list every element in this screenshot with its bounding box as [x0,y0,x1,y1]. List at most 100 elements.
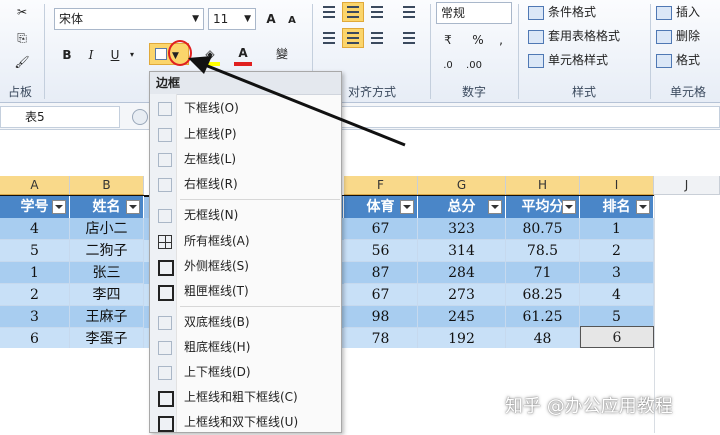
conditional-format-button[interactable]: 条件格式 [528,2,636,22]
header-total[interactable]: 总分 [418,196,506,218]
border-style-icon [158,260,174,276]
column-header-b[interactable]: B [70,176,144,195]
border-menu-item[interactable]: 上下框线(D) [150,360,341,385]
column-header-h[interactable]: H [506,176,580,195]
cell-name[interactable]: 李蛋子 [70,328,144,350]
increase-decimal-icon[interactable]: .0 [436,56,460,76]
font-name-combo[interactable]: 宋体 ▼ [54,8,204,30]
align-bottom-button[interactable] [366,2,388,22]
border-style-icon [158,416,174,432]
border-menu-item[interactable]: 外侧框线(S) [150,254,341,279]
align-middle-button[interactable] [342,2,364,22]
delete-label: 删除 [676,29,701,43]
cell-pe[interactable]: 87 [344,262,418,284]
column-header-j[interactable]: J [654,176,720,195]
cell-pe[interactable]: 78 [344,328,418,350]
cell-name[interactable]: 王麻子 [70,306,144,328]
scroll-knob-icon[interactable] [132,109,148,125]
header-pe[interactable]: 体育 [344,196,418,218]
column-header-f[interactable]: F [344,176,418,195]
border-menu-item[interactable]: 左框线(L) [150,147,341,172]
cell-name[interactable]: 二狗子 [70,240,144,262]
cell-avg[interactable]: 78.5 [506,240,580,262]
cell-id[interactable]: 6 [0,328,70,350]
table-format-button[interactable]: 套用表格格式 [528,26,640,46]
comma-button[interactable]: , [494,30,508,50]
bold-button[interactable]: B [58,45,76,65]
cut-icon[interactable]: ✂ [12,2,32,22]
align-top-button[interactable] [318,2,340,22]
cell-avg[interactable]: 71 [506,262,580,284]
copy-icon[interactable]: ⎘ [12,28,32,48]
cell-avg[interactable]: 68.25 [506,284,580,306]
active-cell[interactable]: 6 [580,326,654,348]
filter-dropdown-icon[interactable] [126,200,140,214]
clipboard-group-label: 占板 [7,85,32,99]
percent-button[interactable]: % [470,30,486,50]
border-style-icon [158,285,174,301]
cell-rank[interactable]: 5 [580,306,654,328]
cell-total[interactable]: 284 [418,262,506,284]
italic-button[interactable]: I [82,45,100,65]
cell-pe[interactable]: 67 [344,218,418,240]
header-name[interactable]: 姓名 [70,196,144,218]
cell-rank[interactable]: 2 [580,240,654,262]
filter-dropdown-icon[interactable] [636,200,650,214]
cell-id[interactable]: 1 [0,262,70,284]
cell-name[interactable]: 李四 [70,284,144,306]
border-menu-item[interactable]: 上框线和双下框线(U) [150,410,341,435]
cell-id[interactable]: 3 [0,306,70,328]
grow-font-button[interactable]: A [262,9,280,29]
header-student-id[interactable]: 学号 [0,196,70,218]
filter-dropdown-icon[interactable] [562,200,576,214]
border-menu-item[interactable]: 无框线(N) [150,203,341,228]
cell-rank[interactable]: 4 [580,284,654,306]
cell-id[interactable]: 5 [0,240,70,262]
filter-dropdown-icon[interactable] [488,200,502,214]
column-header-i[interactable]: I [580,176,654,195]
number-format-combo[interactable]: 常规 [436,2,512,24]
cell-name[interactable]: 店小二 [70,218,144,240]
underline-button[interactable]: U [106,45,124,65]
header-average[interactable]: 平均分 [506,196,580,218]
cell-total[interactable]: 323 [418,218,506,240]
format-painter-icon[interactable]: 🖌 [12,52,32,72]
cell-total[interactable]: 273 [418,284,506,306]
cell-avg[interactable]: 80.75 [506,218,580,240]
filter-dropdown-icon[interactable] [52,200,66,214]
cell-pe[interactable]: 67 [344,284,418,306]
cell-rank[interactable]: 1 [580,218,654,240]
cell-name[interactable]: 张三 [70,262,144,284]
column-header-g[interactable]: G [418,176,506,195]
delete-button[interactable]: 删除 [656,26,720,46]
border-menu-item[interactable]: 所有框线(A) [150,229,341,254]
cell-avg[interactable]: 61.25 [506,306,580,328]
chevron-down-icon[interactable]: ▾ [126,45,138,65]
header-rank[interactable]: 排名 [580,196,654,218]
name-box[interactable]: 表5 [0,106,120,128]
border-menu-item[interactable]: 粗底框线(H) [150,335,341,360]
cell-pe[interactable]: 56 [344,240,418,262]
cell-id[interactable]: 2 [0,284,70,306]
format-button[interactable]: 格式 [656,50,720,70]
font-size-combo[interactable]: 11 ▼ [208,8,256,30]
border-menu-item[interactable]: 双底框线(B) [150,310,341,335]
border-menu-item[interactable]: 上框线和粗下框线(C) [150,385,341,410]
cell-id[interactable]: 4 [0,218,70,240]
filter-dropdown-icon[interactable] [400,200,414,214]
cell-total[interactable]: 314 [418,240,506,262]
currency-icon[interactable]: ₹ [436,30,460,50]
cell-rank[interactable]: 3 [580,262,654,284]
decrease-decimal-icon[interactable]: .00 [462,56,486,76]
border-menu-item[interactable]: 右框线(R) [150,172,341,197]
shrink-font-button[interactable]: A [284,11,300,31]
insert-button[interactable]: 插入 [656,2,720,22]
border-menu-item[interactable]: 粗匣框线(T) [150,279,341,304]
cell-pe[interactable]: 98 [344,306,418,328]
cell-style-button[interactable]: 单元格样式 [528,50,640,70]
cell-total[interactable]: 245 [418,306,506,328]
wrap-text-button[interactable] [398,2,420,22]
cell-total[interactable]: 192 [418,328,506,350]
column-header-a[interactable]: A [0,176,70,195]
cell-avg[interactable]: 48 [506,328,580,350]
